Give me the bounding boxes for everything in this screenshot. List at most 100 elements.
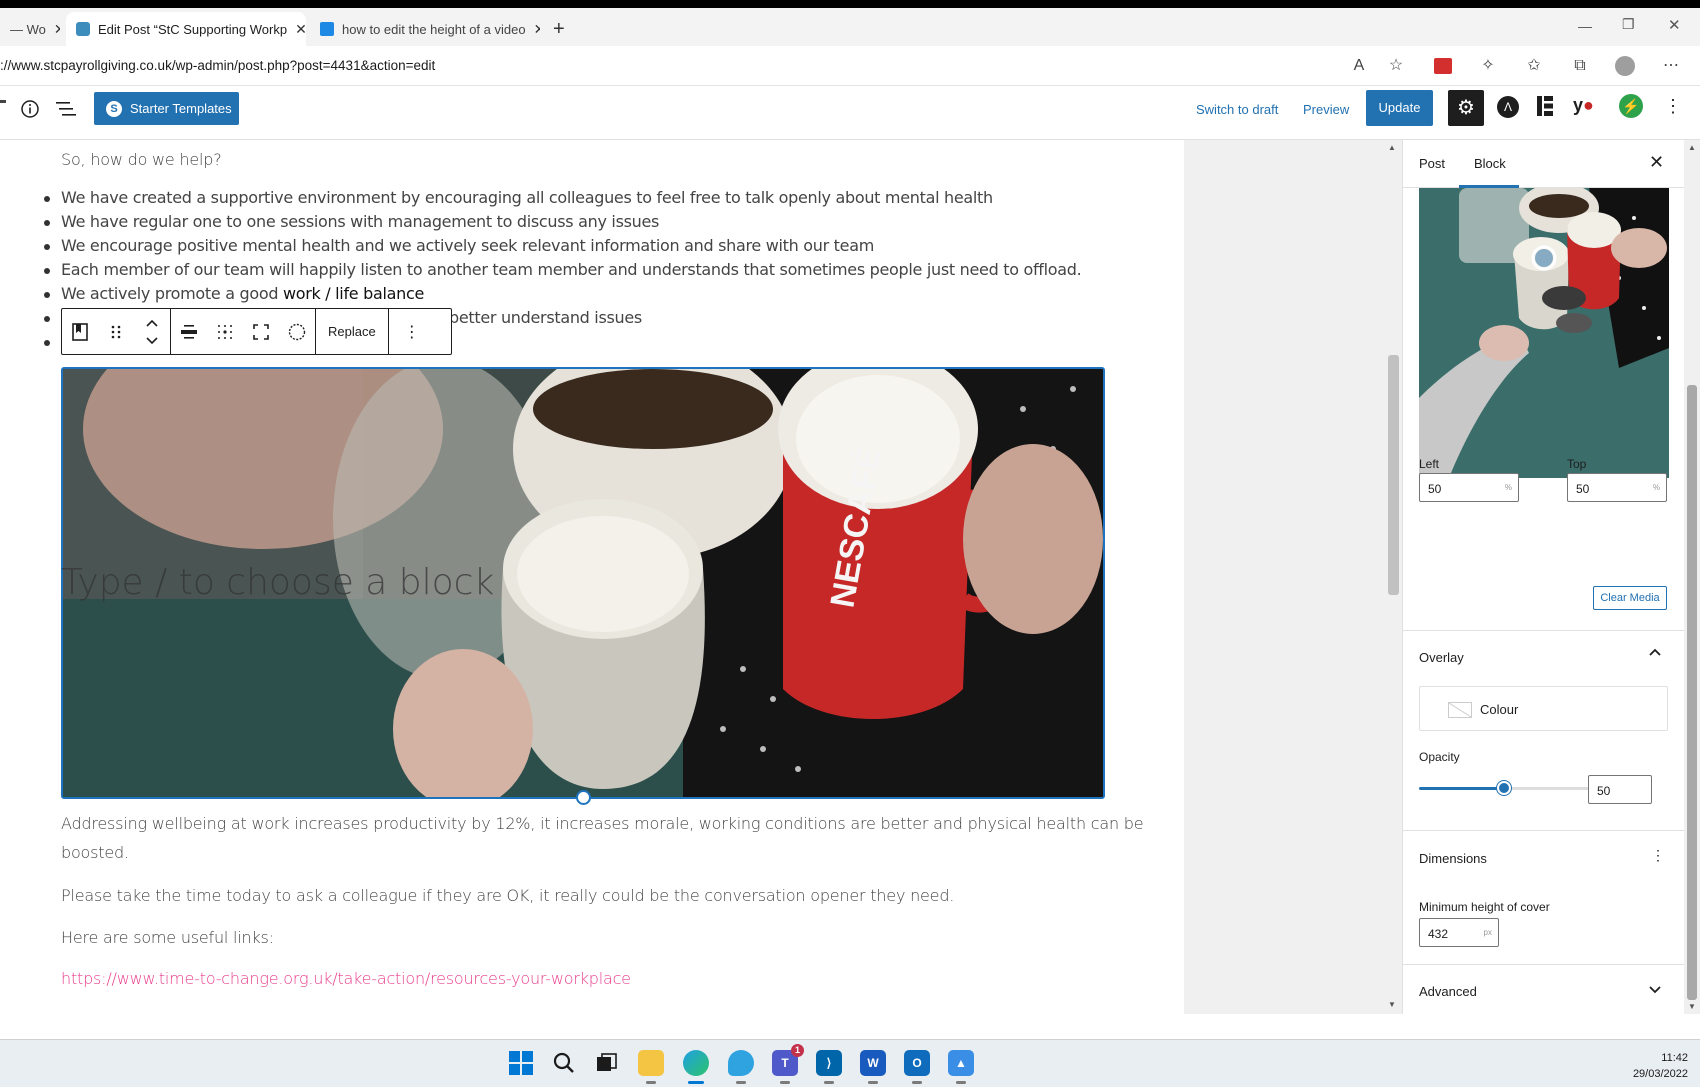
browser-menu-icon[interactable]: ⋯ xyxy=(1661,56,1681,76)
percent-unit: % xyxy=(1504,483,1512,492)
add-favorite-icon[interactable]: ☆ xyxy=(1386,56,1406,76)
elementor-blocks-icon[interactable] xyxy=(1537,96,1553,116)
info-icon[interactable] xyxy=(20,99,40,119)
options-menu-icon[interactable]: ⋮ xyxy=(1664,96,1682,117)
replace-media-button[interactable]: Replace xyxy=(316,309,388,354)
scroll-down-arrow-icon[interactable]: ▼ xyxy=(1688,1002,1696,1011)
new-tab-plus-icon[interactable]: + xyxy=(553,18,565,41)
clock-time: 11:42 xyxy=(1661,1052,1688,1064)
work-life-balance-link[interactable]: work / life balance xyxy=(283,284,424,303)
chevron-down-icon[interactable] xyxy=(1649,986,1661,994)
collections-icon[interactable]: ⧉ xyxy=(1570,56,1590,76)
app-teal-icon[interactable] xyxy=(728,1050,754,1084)
close-window-icon[interactable]: ✕ xyxy=(1668,16,1681,34)
update-button[interactable]: Update xyxy=(1366,90,1433,126)
min-height-input[interactable]: 432 px xyxy=(1419,918,1499,947)
switch-to-draft-button[interactable]: Switch to draft xyxy=(1196,102,1278,117)
search-icon[interactable] xyxy=(551,1050,577,1076)
focal-top-label: Top xyxy=(1567,457,1587,471)
duotone-filter-icon[interactable] xyxy=(279,309,315,354)
align-icon[interactable] xyxy=(171,309,207,354)
tab-post[interactable]: Post xyxy=(1419,156,1445,171)
paragraph-wellbeing[interactable]: Addressing wellbeing at work increases p… xyxy=(61,814,1144,833)
min-height-value: 432 xyxy=(1428,927,1449,941)
paragraph-intro[interactable]: So, how do we help? xyxy=(61,150,222,169)
close-tab-icon[interactable]: ✕ xyxy=(54,21,60,38)
browser-tab[interactable]: — Wo ✕ xyxy=(0,12,60,46)
list-item[interactable]: We encourage positive mental health and … xyxy=(43,234,1081,258)
photos-icon[interactable]: ▲ xyxy=(948,1050,974,1084)
bing-favicon-icon xyxy=(320,22,334,36)
extensions-puzzle-icon[interactable]: ✧ xyxy=(1478,56,1498,76)
more-options-icon[interactable]: ⋮ xyxy=(389,309,435,354)
close-sidebar-icon[interactable]: ✕ xyxy=(1649,152,1664,173)
list-item[interactable]: We actively promote a good work / life b… xyxy=(43,282,1081,306)
dimensions-panel-title[interactable]: Dimensions xyxy=(1419,851,1487,866)
wordpress-favicon-icon xyxy=(76,22,90,36)
content-position-icon[interactable] xyxy=(207,309,243,354)
browser-tab[interactable]: how to edit the height of a video ✕ xyxy=(310,12,540,46)
vscode-icon[interactable]: ⟩ xyxy=(816,1050,842,1084)
cover-placeholder-text[interactable]: Type / to choose a block xyxy=(61,562,494,603)
full-height-icon[interactable] xyxy=(243,309,279,354)
drag-handle-icon[interactable] xyxy=(98,309,134,354)
favorites-icon[interactable]: ✩ xyxy=(1524,56,1544,76)
paragraph-ask-colleague[interactable]: Please take the time today to ask a coll… xyxy=(61,886,954,905)
astra-icon[interactable]: Λ xyxy=(1497,96,1519,118)
list-item[interactable]: Each member of our team will happily lis… xyxy=(43,258,1082,282)
editor-scrollbar-thumb[interactable] xyxy=(1388,355,1399,595)
profile-avatar-icon[interactable] xyxy=(1615,56,1635,76)
tab-block[interactable]: Block xyxy=(1474,156,1506,171)
advanced-panel-title[interactable]: Advanced xyxy=(1419,984,1477,999)
overlay-colour-picker[interactable]: Colour xyxy=(1419,686,1668,731)
close-tab-icon[interactable]: ✕ xyxy=(534,21,540,38)
opacity-value: 50 xyxy=(1597,784,1611,798)
browser-tab-active[interactable]: Edit Post “StC Supporting Workp ✕ xyxy=(66,12,306,46)
scroll-down-arrow-icon[interactable]: ▼ xyxy=(1388,1000,1396,1009)
url-field[interactable]: ://www.stcpayrollgiving.co.uk/wp-admin/p… xyxy=(0,58,435,73)
windows-start-icon[interactable] xyxy=(508,1050,534,1076)
read-aloud-icon[interactable]: A xyxy=(1349,56,1369,76)
microsoft-word-icon[interactable]: W xyxy=(860,1050,886,1084)
yoast-seo-icon[interactable]: y● xyxy=(1573,95,1594,116)
scroll-up-arrow-icon[interactable]: ▲ xyxy=(1688,143,1696,152)
cover-block-type-icon[interactable] xyxy=(62,309,98,354)
overlay-panel-title[interactable]: Overlay xyxy=(1419,650,1464,665)
opacity-input[interactable]: 50 xyxy=(1588,775,1652,804)
tab-title: how to edit the height of a video xyxy=(342,21,526,37)
restore-window-icon[interactable]: ❐ xyxy=(1622,16,1635,33)
preview-button[interactable]: Preview xyxy=(1303,102,1349,117)
settings-gear-icon[interactable]: ⚙ xyxy=(1448,90,1484,126)
starter-templates-button[interactable]: S Starter Templates xyxy=(94,92,239,125)
close-tab-icon[interactable]: ✕ xyxy=(295,21,306,38)
move-up-down-icon[interactable] xyxy=(134,309,170,354)
list-item[interactable]: We have regular one to one sessions with… xyxy=(43,210,1081,234)
teams-notification-badge: 1 xyxy=(791,1044,804,1057)
sidebar-scrollbar-thumb[interactable] xyxy=(1687,385,1697,1000)
dimensions-options-icon[interactable]: ⋮ xyxy=(1651,847,1665,864)
performance-lightning-icon[interactable]: ⚡ xyxy=(1619,94,1643,118)
focal-top-input[interactable]: 50 % xyxy=(1567,473,1667,502)
extension-red-icon[interactable] xyxy=(1433,56,1453,76)
paragraph-wellbeing-cont[interactable]: boosted. xyxy=(61,843,129,862)
paragraph-useful-links[interactable]: Here are some useful links: xyxy=(61,928,274,947)
resize-handle[interactable] xyxy=(576,790,591,805)
microsoft-teams-icon[interactable]: T1 xyxy=(772,1044,804,1084)
system-clock[interactable]: 11:42 29/03/2022 xyxy=(1633,1050,1688,1082)
toggle-edge-icon[interactable] xyxy=(0,100,6,103)
scroll-up-arrow-icon[interactable]: ▲ xyxy=(1388,143,1396,152)
list-item-text: We actively promote a good xyxy=(61,284,283,303)
clear-media-button[interactable]: Clear Media xyxy=(1593,586,1667,610)
chevron-up-icon[interactable] xyxy=(1649,648,1661,656)
task-view-icon[interactable] xyxy=(594,1050,620,1076)
file-explorer-icon[interactable] xyxy=(638,1050,664,1084)
focal-left-input[interactable]: 50 % xyxy=(1419,473,1519,502)
list-item[interactable]: We have created a supportive environment… xyxy=(43,186,1081,210)
edge-browser-icon[interactable] xyxy=(683,1050,709,1084)
microsoft-outlook-icon[interactable]: O xyxy=(904,1050,930,1084)
opacity-slider-thumb[interactable] xyxy=(1497,781,1511,795)
focal-point-picker[interactable] xyxy=(1419,188,1669,478)
time-to-change-link[interactable]: https://www.time-to-change.org.uk/take-a… xyxy=(61,969,631,988)
list-view-icon[interactable] xyxy=(56,100,76,118)
minimize-window-icon[interactable]: — xyxy=(1578,18,1592,34)
